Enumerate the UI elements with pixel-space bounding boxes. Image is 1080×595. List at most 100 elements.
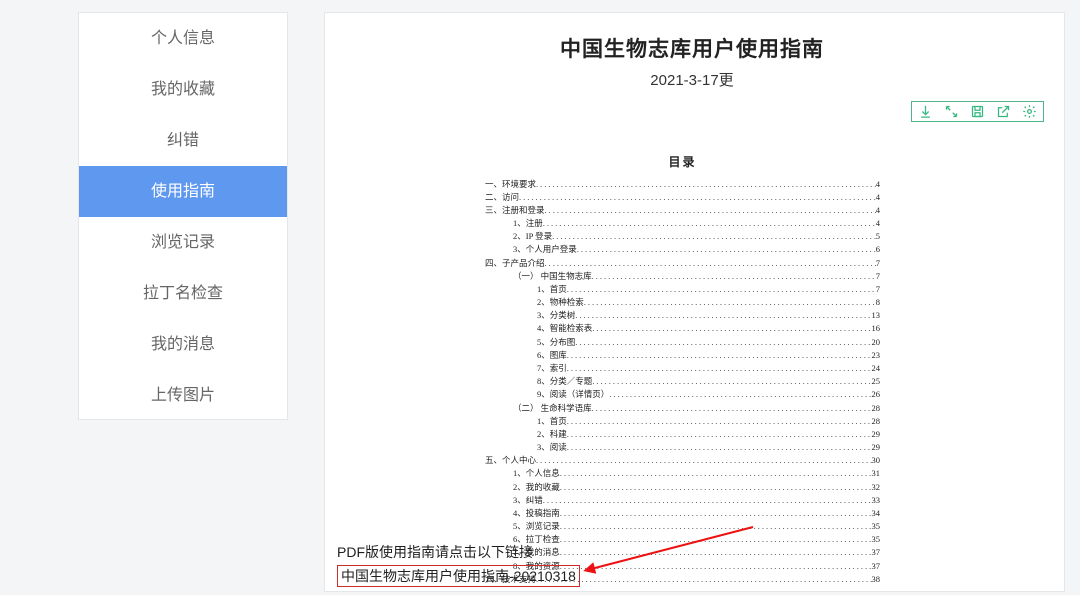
toc-page: 16: [872, 322, 881, 335]
toc-row: 3、纠错....................................…: [485, 494, 880, 507]
sidebar-item-corrections[interactable]: 纠错: [79, 115, 287, 166]
sidebar-item-profile[interactable]: 个人信息: [79, 13, 287, 64]
toc-page: 29: [872, 428, 881, 441]
toc-page: 25: [872, 375, 881, 388]
toc-label: 一、环境要求: [485, 178, 536, 191]
toc-label: 1、首页: [537, 283, 567, 296]
toc-dots: ........................................…: [567, 441, 872, 454]
toc-page: 30: [872, 454, 881, 467]
sidebar-item-guide[interactable]: 使用指南: [79, 166, 287, 217]
toc-page: 29: [872, 441, 881, 454]
expand-icon[interactable]: [944, 104, 959, 119]
toc-page: 7: [876, 257, 880, 270]
toc-label: 3、分类树: [537, 309, 575, 322]
toc-label: 四、子产品介绍: [485, 257, 545, 270]
toc-row: 四、子产品介绍.................................…: [485, 257, 880, 270]
toc-label: 1、个人信息: [513, 467, 560, 480]
toc-dots: ........................................…: [592, 270, 876, 283]
sidebar-item-history[interactable]: 浏览记录: [79, 217, 287, 268]
toc-label: 2、科建: [537, 428, 567, 441]
sidebar-item-messages[interactable]: 我的消息: [79, 319, 287, 370]
toc-row: 9、阅读（详情页）...............................…: [485, 388, 880, 401]
toc-label: 5、分布图: [537, 336, 575, 349]
toc-row: （一） 中国生物志库..............................…: [485, 270, 880, 283]
toc-page: 33: [872, 494, 881, 507]
toc-dots: ........................................…: [536, 178, 876, 191]
toc-page: 23: [872, 349, 881, 362]
toc-dots: ........................................…: [567, 362, 872, 375]
toc-page: 24: [872, 362, 881, 375]
toc-dots: ........................................…: [575, 336, 871, 349]
toc-dots: ........................................…: [536, 454, 871, 467]
toc-dots: ........................................…: [567, 349, 872, 362]
toc-row: 三、注册和登录.................................…: [485, 204, 880, 217]
toc-dots: ........................................…: [560, 481, 872, 494]
toc-dots: ........................................…: [552, 230, 876, 243]
toc-row: 2、科建....................................…: [485, 428, 880, 441]
toc-dots: ........................................…: [592, 402, 872, 415]
toc-row: 1、首页....................................…: [485, 415, 880, 428]
toc-row: 二、访问....................................…: [485, 191, 880, 204]
toc-dots: ........................................…: [543, 217, 876, 230]
toc-row: 3、阅读....................................…: [485, 441, 880, 454]
toc-page: 28: [872, 415, 881, 428]
toc-row: 五、个人中心..................................…: [485, 454, 880, 467]
sidebar-item-favorites[interactable]: 我的收藏: [79, 64, 287, 115]
doc-date: 2021-3-17更: [477, 69, 907, 90]
doc-title: 中国生物志库用户使用指南: [477, 33, 907, 63]
toc-row: 5、分布图...................................…: [485, 336, 880, 349]
toc-label: 4、投稿指南: [513, 507, 560, 520]
toc-label: 6、图库: [537, 349, 567, 362]
toc-label: 2、物种检索: [537, 296, 584, 309]
toc-label: 2、IP 登录: [513, 230, 552, 243]
save-icon[interactable]: [970, 104, 985, 119]
toc-row: 2、我的收藏..................................…: [485, 481, 880, 494]
toc-dots: ........................................…: [545, 204, 876, 217]
toc-row: 1、个人信息..................................…: [485, 467, 880, 480]
toc-page: 35: [872, 520, 881, 533]
toc-dots: ........................................…: [575, 309, 871, 322]
pdf-download-link[interactable]: 中国生物志库用户使用指南-20210318: [337, 565, 580, 587]
toc: 目录 一、环境要求...............................…: [485, 153, 880, 586]
toc-page: 32: [872, 481, 881, 494]
toc-dots: ........................................…: [567, 415, 872, 428]
toc-label: 2、我的收藏: [513, 481, 560, 494]
toc-label: 1、注册: [513, 217, 543, 230]
toc-dots: ........................................…: [592, 375, 871, 388]
toc-row: （二） 生命科学语库..............................…: [485, 402, 880, 415]
toc-row: 3、分类树...................................…: [485, 309, 880, 322]
settings-icon[interactable]: [1022, 104, 1037, 119]
toc-dots: ........................................…: [584, 296, 876, 309]
toc-page: 20: [872, 336, 881, 349]
download-icon[interactable]: [918, 104, 933, 119]
toc-page: 26: [872, 388, 881, 401]
toc-row: 一、环境要求..................................…: [485, 178, 880, 191]
toc-page: 4: [876, 217, 880, 230]
sidebar-item-latin-check[interactable]: 拉丁名检查: [79, 268, 287, 319]
toc-page: 37: [872, 546, 881, 559]
toc-label: 8、分类／专题: [537, 375, 592, 388]
toc-label: 五、个人中心: [485, 454, 536, 467]
main-panel: 中国生物志库用户使用指南 2021-3-17更 目录 一、环境要求.......…: [324, 12, 1065, 592]
toc-label: （一） 中国生物志库: [513, 270, 592, 283]
toc-dots: ........................................…: [577, 243, 876, 256]
toc-row: 6、图库....................................…: [485, 349, 880, 362]
share-icon[interactable]: [996, 104, 1011, 119]
toc-row: 1、注册....................................…: [485, 217, 880, 230]
toc-dots: ........................................…: [545, 257, 876, 270]
toc-heading: 目录: [485, 153, 880, 172]
toc-label: 3、个人用户登录: [513, 243, 577, 256]
toc-row: 7、索引....................................…: [485, 362, 880, 375]
sidebar-item-upload-image[interactable]: 上传图片: [79, 370, 287, 421]
toc-label: 三、注册和登录: [485, 204, 545, 217]
toc-page: 5: [876, 230, 880, 243]
toc-row: 8、分类／专题.................................…: [485, 375, 880, 388]
toc-row: 2、物种检索..................................…: [485, 296, 880, 309]
toc-dots: ........................................…: [567, 283, 876, 296]
toc-label: 3、纠错: [513, 494, 543, 507]
sidebar: 个人信息 我的收藏 纠错 使用指南 浏览记录 拉丁名检查 我的消息 上传图片: [78, 12, 288, 420]
toc-dots: ........................................…: [560, 507, 872, 520]
toc-label: 3、阅读: [537, 441, 567, 454]
toc-label: 7、索引: [537, 362, 567, 375]
document-preview: 中国生物志库用户使用指南 2021-3-17更: [477, 33, 907, 90]
